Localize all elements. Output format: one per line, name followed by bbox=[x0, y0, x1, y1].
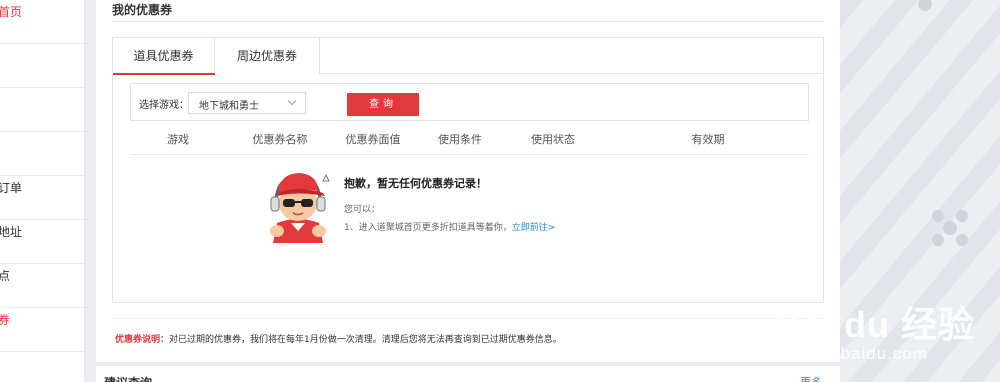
watermark-brand: Bai du 经验 bbox=[774, 304, 976, 345]
sidebar-item-points[interactable]: 点 bbox=[0, 264, 84, 308]
coupon-note: 优惠券说明：对已过期的优惠券，我们将在每年1月份做一次清理。清理后您将无法再查询… bbox=[115, 332, 562, 345]
mascot-illustration bbox=[270, 173, 330, 243]
game-select[interactable]: 地下城和勇士 bbox=[188, 92, 306, 114]
game-select-label: 选择游戏： bbox=[139, 100, 189, 111]
page-title: 我的优惠券 bbox=[112, 3, 173, 17]
watermark-url: jingyan.baidu.com bbox=[774, 344, 929, 363]
sidebar-item-coupons[interactable]: 券 bbox=[0, 308, 84, 352]
column-header-game: 游戏 bbox=[167, 133, 189, 146]
tab-merch-coupons[interactable]: 周边优惠券 bbox=[215, 38, 320, 74]
column-header-status: 使用状态 bbox=[531, 133, 575, 146]
sidebar-item-label: 券 bbox=[0, 308, 10, 332]
sidebar-item-label: 首页 bbox=[0, 5, 23, 19]
empty-state-subtitle: 您可以： bbox=[344, 205, 381, 215]
column-header-validity: 有效期 bbox=[691, 133, 725, 146]
sidebar-item-2[interactable] bbox=[0, 44, 84, 88]
sidebar-item-label: 地址 bbox=[0, 225, 23, 239]
sidebar-item-label: 点 bbox=[0, 264, 10, 288]
empty-state-title: 抱歉，暂无任何优惠券记录！ bbox=[344, 177, 487, 190]
sidebar-item-label: 订单 bbox=[0, 181, 23, 195]
table-header: 游戏 优惠券名称 优惠券面值 使用条件 使用状态 有效期 bbox=[130, 127, 809, 155]
tab-item-coupons[interactable]: 道具优惠券 bbox=[113, 38, 215, 75]
column-header-condition: 使用条件 bbox=[438, 133, 482, 146]
baidu-watermark: Bai du 经验 jingyan.baidu.com bbox=[770, 272, 1000, 382]
note-divider bbox=[112, 318, 824, 319]
note-text: 对已过期的优惠券，我们将在每年1月份做一次清理。清理后您将无法再查询到已过期优惠… bbox=[169, 335, 562, 345]
empty-state-tip: 1、进入道聚城首页更多折扣道具等着你，立即前往> bbox=[344, 220, 555, 233]
sidebar-item-address[interactable]: 地址 bbox=[0, 220, 84, 264]
query-button[interactable]: 查询 bbox=[347, 93, 419, 116]
tab-bar: 道具优惠券 周边优惠券 bbox=[113, 38, 823, 75]
sidebar-item-home[interactable]: 首页 bbox=[0, 0, 84, 44]
sidebar-item-4[interactable] bbox=[0, 132, 84, 176]
secondary-panel: 建议查询 更多 bbox=[96, 366, 840, 382]
coupon-panel: 我的优惠券 道具优惠券 周边优惠券 选择游戏： 地下城和勇士 查询 游戏 优惠券… bbox=[96, 0, 840, 362]
game-select-value: 地下城和勇士 bbox=[199, 101, 259, 112]
left-sidebar: 首页 订单 地址 点 券 bbox=[0, 0, 85, 382]
go-now-link[interactable]: 立即前往> bbox=[512, 223, 556, 233]
column-header-name: 优惠券名称 bbox=[252, 133, 308, 146]
note-label: 优惠券说明： bbox=[115, 335, 170, 345]
coupon-box: 道具优惠券 周边优惠券 选择游戏： 地下城和勇士 查询 游戏 优惠券名称 优惠券… bbox=[112, 37, 824, 303]
title-divider bbox=[112, 21, 824, 22]
empty-tip-text: 1、进入道聚城首页更多折扣道具等着你， bbox=[344, 223, 512, 233]
chevron-down-icon bbox=[287, 96, 297, 106]
sidebar-item-3[interactable] bbox=[0, 88, 84, 132]
search-bar: 选择游戏： 地下城和勇士 查询 bbox=[130, 83, 809, 121]
secondary-panel-title: 建议查询 bbox=[104, 374, 152, 382]
column-header-value: 优惠券面值 bbox=[345, 133, 401, 146]
sidebar-item-orders[interactable]: 订单 bbox=[0, 176, 84, 220]
